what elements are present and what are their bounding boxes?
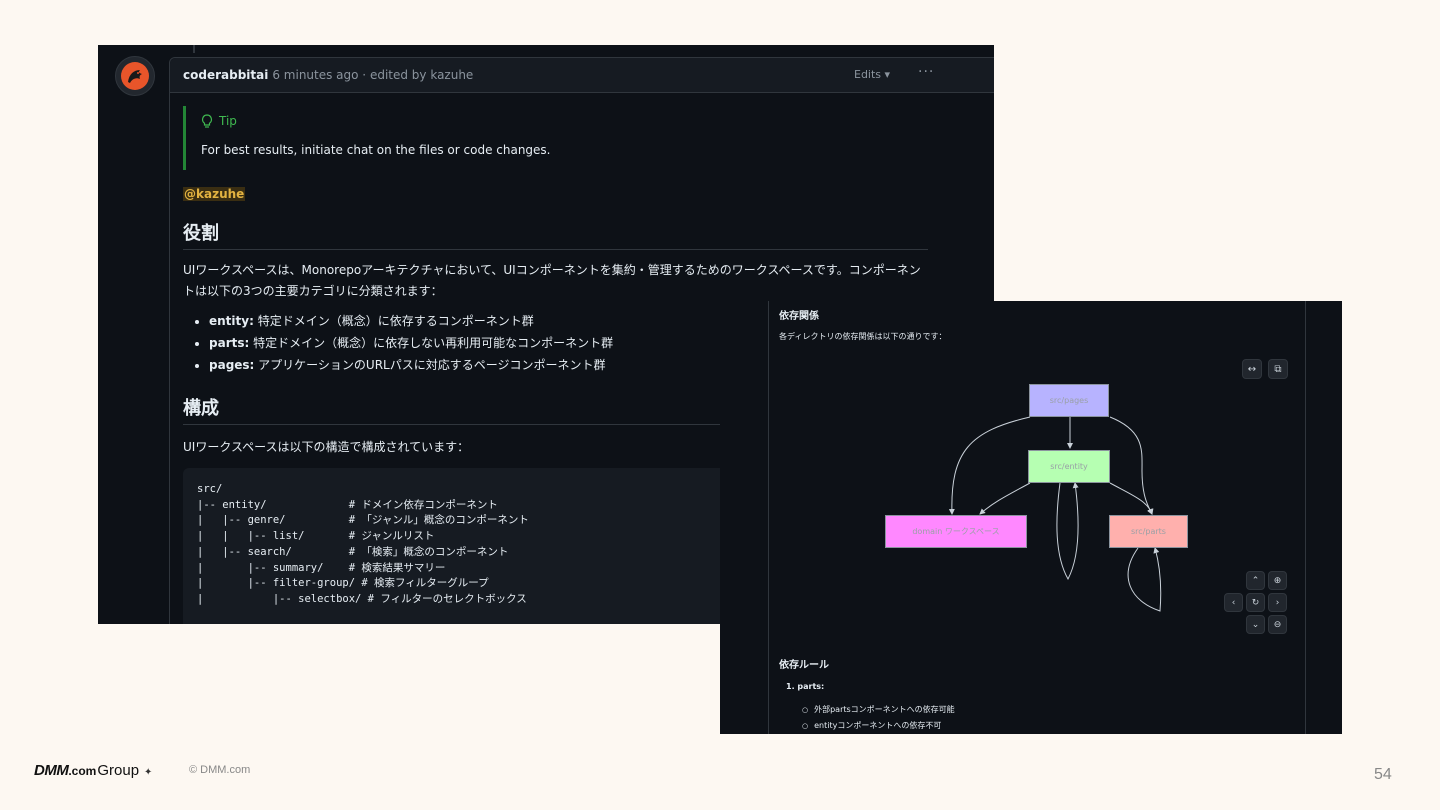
sparkle-icon: ✦	[144, 767, 153, 778]
coderabbit-avatar[interactable]	[115, 56, 155, 96]
node-src-entity[interactable]: src/entity	[1028, 450, 1110, 483]
list-item: entityコンポーネントへの依存不可	[802, 720, 941, 731]
dependency-diagram-screenshot: 依存関係 各ディレクトリの依存関係は以下の通りです： ↔ ⧉ src/pages…	[720, 301, 1342, 734]
dmm-group-logo: DMM .com Group ✦	[34, 762, 152, 779]
logo-group: Group	[97, 762, 140, 779]
caret-down-icon: ▾	[884, 68, 891, 81]
pan-down-icon[interactable]: ⌄	[1246, 615, 1265, 634]
role-paragraph: UIワークスペースは、Monorepoアーキテクチャにおいて、UIコンポーネント…	[183, 263, 921, 298]
edits-label: Edits	[854, 68, 882, 81]
node-src-pages[interactable]: src/pages	[1029, 384, 1109, 417]
node-domain-workspace[interactable]: domain ワークスペース	[885, 515, 1027, 548]
zoom-in-icon[interactable]: ⊕	[1268, 571, 1287, 590]
reset-view-icon[interactable]: ↻	[1246, 593, 1265, 612]
timeline-line	[193, 45, 195, 53]
comment-meta: 6 minutes ago · edited by kazuhe	[272, 68, 474, 82]
node-src-parts[interactable]: src/parts	[1109, 515, 1188, 548]
tip-callout: Tip For best results, initiate chat on t…	[183, 106, 994, 170]
tip-title: Tip	[201, 114, 994, 128]
pan-left-icon[interactable]: ‹	[1224, 593, 1243, 612]
edits-dropdown[interactable]: Edits ▾	[854, 68, 890, 81]
more-options-icon[interactable]: ···	[918, 64, 934, 80]
zoom-out-icon[interactable]: ⊖	[1268, 615, 1287, 634]
page-number: 54	[1374, 766, 1392, 783]
pan-right-icon[interactable]: ›	[1268, 593, 1287, 612]
lightbulb-icon	[201, 114, 213, 128]
rules-heading: 依存ルール	[779, 660, 829, 671]
pan-up-icon[interactable]: ⌃	[1246, 571, 1265, 590]
logo-dmm: DMM	[34, 762, 69, 779]
comment-author[interactable]: coderabbitai	[183, 68, 268, 82]
comment-header: coderabbitai 6 minutes ago · edited by k…	[170, 58, 994, 93]
tip-text: For best results, initiate chat on the f…	[201, 143, 551, 157]
logo-dotcom: .com	[68, 764, 97, 778]
list-item: 外部partsコンポーネントへの依存可能	[802, 704, 955, 715]
rule-parts: 1. parts:	[786, 682, 825, 691]
user-mention[interactable]: @kazuhe	[183, 187, 246, 201]
copyright-text: © DMM.com	[189, 764, 251, 776]
tip-label: Tip	[219, 114, 237, 128]
role-heading: 役割	[183, 219, 928, 250]
rabbit-logo-icon	[121, 62, 149, 90]
